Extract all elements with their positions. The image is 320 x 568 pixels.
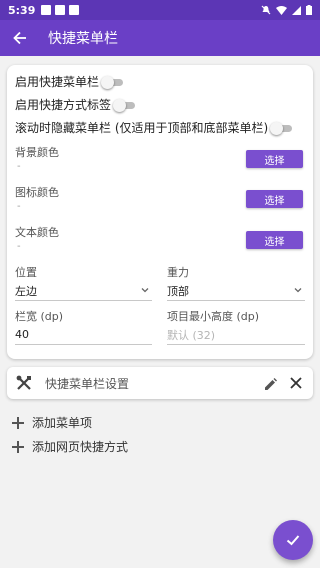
switch-label: 启用快捷菜单栏 (15, 75, 100, 89)
back-button[interactable] (0, 20, 40, 56)
background-color-value: - (17, 161, 21, 172)
switch-row-enable-menu[interactable]: 启用快捷菜单栏 (15, 73, 124, 90)
add-menu-item-button[interactable]: 添加菜单项 (12, 414, 92, 431)
add-web-shortcut-button[interactable]: 添加网页快捷方式 (12, 438, 128, 455)
app-bar: 快捷菜单栏 (0, 20, 320, 56)
menu-settings-label: 快捷菜单栏设置 (45, 376, 130, 391)
icon-color-label: 图标颜色 (15, 186, 59, 199)
pick-icon-color-button[interactable]: 选择 (246, 190, 303, 208)
bar-width-value: 40 (15, 328, 29, 341)
plus-icon (12, 416, 24, 429)
switch-label: 滚动时隐藏菜单栏 (仅适用于顶部和底部菜单栏) (15, 121, 269, 135)
menu-settings-card[interactable]: 快捷菜单栏设置 (7, 367, 313, 399)
min-height-input[interactable]: 默认 (32) (167, 325, 305, 345)
signal-icon (292, 5, 301, 15)
plus-icon (12, 440, 24, 453)
battery-icon (306, 5, 312, 15)
confirm-fab[interactable] (273, 520, 313, 560)
settings-status-icon (41, 5, 52, 15)
pick-text-color-button[interactable]: 选择 (246, 231, 303, 249)
icon-color-value: - (17, 201, 21, 212)
background-color-label: 背景颜色 (15, 146, 59, 159)
enable-labels-toggle[interactable] (113, 98, 136, 112)
chevron-down-icon (141, 288, 149, 293)
enable-menu-toggle[interactable] (101, 75, 124, 89)
bar-width-label: 栏宽 (dp) (15, 310, 64, 323)
gravity-select[interactable]: 顶部 (167, 281, 305, 301)
chevron-down-icon (294, 288, 302, 293)
gravity-value: 顶部 (167, 284, 189, 298)
add-menu-item-label: 添加菜单项 (32, 416, 93, 430)
status-time: 5:39 (8, 3, 36, 17)
bar-width-input[interactable]: 40 (15, 325, 152, 345)
text-color-value: - (17, 241, 21, 252)
switch-label: 启用快捷方式标签 (15, 98, 112, 112)
mute-icon (261, 5, 271, 15)
edit-icon[interactable] (264, 376, 277, 395)
min-height-label: 项目最小高度 (dp) (167, 310, 260, 323)
sd-card-status-icon (69, 5, 80, 15)
text-color-label: 文本颜色 (15, 226, 59, 239)
switch-row-enable-labels[interactable]: 启用快捷方式标签 (15, 96, 136, 113)
image-status-icon (55, 5, 66, 15)
switch-row-hide-on-scroll[interactable]: 滚动时隐藏菜单栏 (仅适用于顶部和底部菜单栏) (15, 119, 293, 136)
position-value: 左边 (15, 284, 37, 298)
page-title: 快捷菜单栏 (48, 31, 118, 47)
close-icon[interactable] (289, 375, 303, 394)
position-select[interactable]: 左边 (15, 281, 152, 301)
add-web-shortcut-label: 添加网页快捷方式 (32, 440, 129, 454)
arrow-back-icon (13, 31, 26, 45)
gravity-label: 重力 (167, 266, 189, 279)
wifi-icon (276, 5, 287, 15)
settings-card: 启用快捷菜单栏 启用快捷方式标签 滚动时隐藏菜单栏 (仅适用于顶部和底部菜单栏)… (7, 65, 313, 359)
tools-icon (15, 374, 33, 392)
hide-on-scroll-toggle[interactable] (270, 121, 293, 135)
min-height-placeholder: 默认 (32) (167, 328, 216, 342)
check-icon (286, 535, 300, 546)
pick-background-color-button[interactable]: 选择 (246, 150, 303, 168)
status-bar: 5:39 (0, 0, 320, 20)
position-label: 位置 (15, 266, 37, 279)
